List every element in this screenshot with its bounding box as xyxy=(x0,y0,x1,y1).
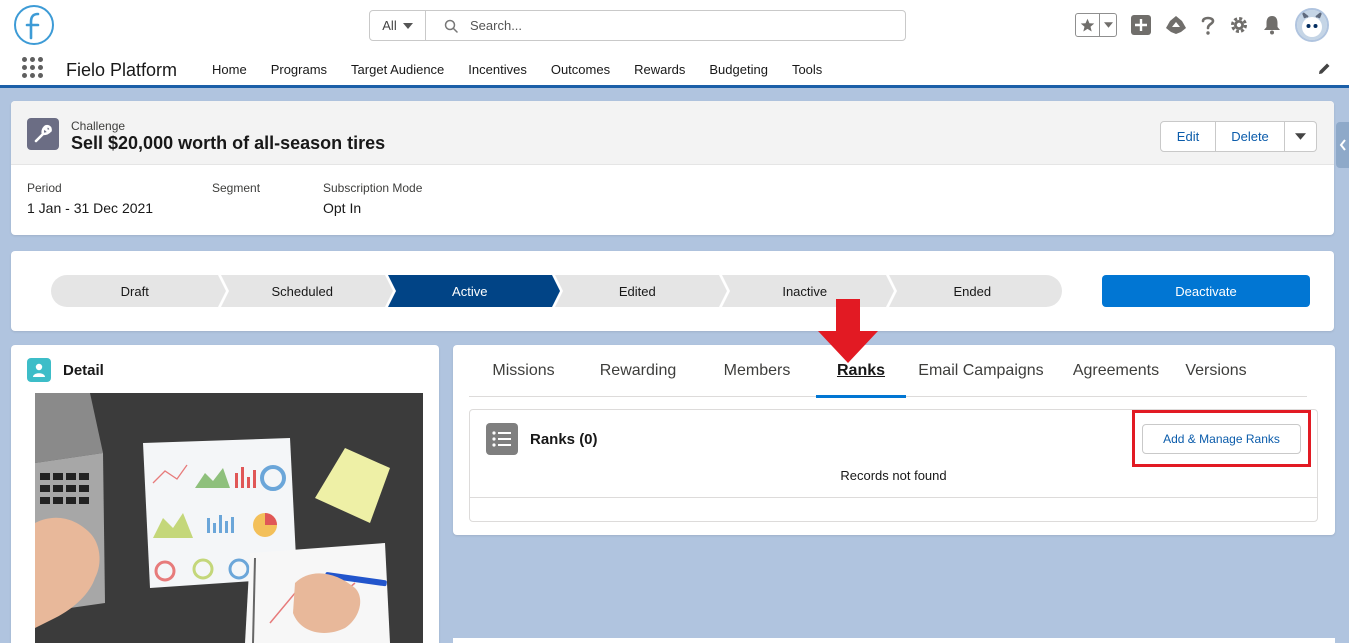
field-period: Period 1 Jan - 31 Dec 2021 xyxy=(27,181,212,216)
record-header-top: Challenge Sell $20,000 worth of all-seas… xyxy=(11,101,1334,165)
empty-state-text: Records not found xyxy=(840,468,947,483)
app-launcher-button[interactable] xyxy=(22,57,44,79)
tab-bar: Missions Rewarding Members Ranks Email C… xyxy=(469,345,1307,398)
person-icon xyxy=(33,363,45,377)
detail-title: Detail xyxy=(63,361,104,379)
global-header: All xyxy=(0,0,1349,50)
notifications-button[interactable] xyxy=(1263,15,1281,35)
contact-icon xyxy=(27,358,51,382)
next-panel-edge xyxy=(453,638,1335,643)
related-tabs-panel: Missions Rewarding Members Ranks Email C… xyxy=(453,345,1335,535)
nav-item-home[interactable]: Home xyxy=(212,62,247,77)
tab-email-campaigns[interactable]: Email Campaigns xyxy=(906,345,1056,397)
record-type: Challenge xyxy=(71,119,126,133)
help-button[interactable] xyxy=(1201,15,1215,35)
app-navigation-bar: Fielo Platform Home Programs Target Audi… xyxy=(0,50,1349,88)
search-icon xyxy=(444,19,458,33)
ranks-related-list: Ranks (0) Add & Manage Ranks Records not… xyxy=(469,409,1318,522)
field-segment: Segment xyxy=(212,181,323,216)
fielo-logo[interactable] xyxy=(14,5,54,45)
header-utility-icons xyxy=(1075,7,1329,43)
nav-item-outcomes[interactable]: Outcomes xyxy=(551,62,610,77)
tab-missions[interactable]: Missions xyxy=(469,345,578,397)
wrench-icon xyxy=(34,124,52,143)
detail-header: Detail xyxy=(27,358,104,382)
path-step-active[interactable] xyxy=(388,275,560,307)
field-label: Segment xyxy=(212,181,261,195)
add-icon xyxy=(1131,15,1151,35)
nav-item-rewards[interactable]: Rewards xyxy=(634,62,685,77)
pencil-icon xyxy=(1319,63,1330,74)
chevron-left-icon xyxy=(1339,139,1346,151)
nav-item-budgeting[interactable]: Budgeting xyxy=(709,62,768,77)
global-search: All xyxy=(369,10,906,41)
favorites-button-group xyxy=(1075,13,1117,37)
side-panel-handle[interactable] xyxy=(1336,122,1349,168)
field-value: Opt In xyxy=(323,200,362,216)
field-label: Period xyxy=(27,181,62,195)
challenge-image xyxy=(35,393,423,643)
related-list-title: Ranks (0) xyxy=(530,431,598,448)
chevron-down-icon xyxy=(1295,133,1306,140)
field-value: 1 Jan - 31 Dec 2021 xyxy=(27,200,154,216)
setup-button[interactable] xyxy=(1229,15,1249,35)
path-step-scheduled[interactable] xyxy=(221,275,393,307)
list-icon xyxy=(486,423,518,455)
nav-items: Home Programs Target Audience Incentives… xyxy=(212,62,846,77)
path-step-ended[interactable] xyxy=(889,275,1062,307)
highlight-fields: Period 1 Jan - 31 Dec 2021 Segment Subsc… xyxy=(27,181,523,216)
help-icon xyxy=(1201,16,1215,35)
field-value xyxy=(212,200,323,216)
status-path-panel: Draft Scheduled Active Edited Inactive E… xyxy=(11,251,1334,331)
search-field xyxy=(426,11,905,40)
nav-item-target-audience[interactable]: Target Audience xyxy=(351,62,444,77)
bell-icon xyxy=(1264,16,1280,35)
field-label: Subscription Mode xyxy=(323,181,423,195)
tab-versions[interactable]: Versions xyxy=(1176,345,1256,397)
add-manage-ranks-button[interactable]: Add & Manage Ranks xyxy=(1142,424,1301,454)
record-actions: Edit Delete xyxy=(1160,121,1317,152)
chevron-down-icon xyxy=(402,22,413,29)
path-step-draft[interactable] xyxy=(51,275,226,307)
path-step-edited[interactable] xyxy=(555,275,727,307)
delete-button[interactable]: Delete xyxy=(1216,121,1285,152)
more-actions-button[interactable] xyxy=(1285,121,1317,152)
search-scope-label: All xyxy=(382,18,397,33)
favorites-list-button[interactable] xyxy=(1100,14,1116,36)
field-subscription-mode: Subscription Mode Opt In xyxy=(323,181,523,216)
gear-icon xyxy=(1231,17,1247,33)
record-title: Sell $20,000 worth of all-season tires xyxy=(71,133,386,153)
search-input[interactable] xyxy=(470,18,870,33)
tab-agreements[interactable]: Agreements xyxy=(1056,345,1176,397)
edit-button[interactable]: Edit xyxy=(1160,121,1216,152)
app-name: Fielo Platform xyxy=(66,60,178,80)
search-scope-dropdown[interactable]: All xyxy=(370,11,426,40)
fielo-logo-icon xyxy=(25,12,40,40)
favorite-star-button[interactable] xyxy=(1076,14,1100,36)
edit-nav-button[interactable] xyxy=(1317,62,1331,81)
status-path xyxy=(51,275,1062,307)
trailhead-button[interactable] xyxy=(1165,15,1187,35)
red-arrow-annotation xyxy=(818,299,878,363)
bullet-list-icon xyxy=(492,431,511,447)
global-actions-button[interactable] xyxy=(1131,15,1151,35)
desk-photo-illustration xyxy=(35,393,423,643)
star-icon xyxy=(1080,18,1095,31)
trailhead-icon xyxy=(1166,16,1186,34)
challenge-record-icon xyxy=(27,118,59,150)
tab-members[interactable]: Members xyxy=(698,345,816,397)
divider xyxy=(470,497,1317,498)
nav-item-incentives[interactable]: Incentives xyxy=(468,62,527,77)
detail-panel: Detail xyxy=(11,345,439,643)
astro-avatar-icon xyxy=(1297,10,1327,40)
tab-rewarding[interactable]: Rewarding xyxy=(578,345,698,397)
chevron-down-icon xyxy=(1103,22,1113,28)
user-avatar[interactable] xyxy=(1295,8,1329,42)
deactivate-button[interactable]: Deactivate xyxy=(1102,275,1310,307)
record-header: Challenge Sell $20,000 worth of all-seas… xyxy=(11,101,1334,235)
nav-item-tools[interactable]: Tools xyxy=(792,62,822,77)
nav-item-programs[interactable]: Programs xyxy=(271,62,327,77)
